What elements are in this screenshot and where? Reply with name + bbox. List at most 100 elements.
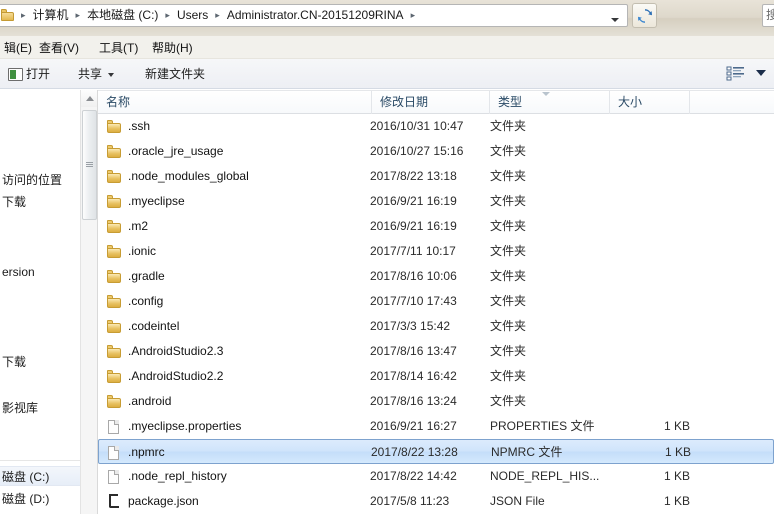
file-name-label: .AndroidStudio2.3 <box>128 344 224 358</box>
file-name-cell: .codeintel <box>106 314 368 339</box>
table-row[interactable]: .npmrc 2017/8/22 13:28 NPMRC 文件 1 KB <box>98 439 774 464</box>
search-input[interactable]: 搜索 <box>762 4 774 27</box>
sidebar-item-local-disk-d[interactable]: 磁盘 (D:) <box>0 489 80 509</box>
table-row[interactable]: .myeclipse.properties 2016/9/21 16:27 PROP… <box>98 414 774 439</box>
file-date-cell: 2017/8/22 14:42 <box>370 469 457 483</box>
table-row[interactable]: .node_repl_history 2017/8/22 14:42 NODE_RE… <box>98 464 774 489</box>
address-breadcrumb-box[interactable]: ▸ 计算机 ▸ 本地磁盘 (C:) ▸ Users ▸ Administrato… <box>0 4 628 27</box>
column-header-size[interactable]: 大小 <box>610 91 690 114</box>
sidebar-item-local-disk-c[interactable]: 磁盘 (C:) <box>0 466 80 486</box>
chevron-down-icon[interactable] <box>606 10 623 26</box>
table-row[interactable]: .myeclipse 2016/9/21 16:19 文件夹 <box>98 189 774 214</box>
folder-icon <box>106 319 122 335</box>
folder-icon <box>106 394 122 410</box>
breadcrumb-item-local-disk-c[interactable]: 本地磁盘 (C:) <box>84 5 161 26</box>
file-type-cell: 文件夹 <box>490 244 527 258</box>
file-name-label: .node_modules_global <box>128 169 249 183</box>
menu-item-help[interactable]: 帮助(H) <box>148 39 197 57</box>
file-name-label: .myeclipse <box>128 194 185 208</box>
file-size-cell <box>610 114 690 139</box>
navigation-pane: 访问的位置 下载 ersion 下载 影视库 磁盘 (C:) 磁盘 (D:) <box>0 90 80 514</box>
file-name-label: .config <box>128 294 164 308</box>
column-header-type[interactable]: 类型 <box>490 91 610 114</box>
breadcrumb-separator: ▸ <box>410 10 416 20</box>
sidebar-item-version[interactable]: ersion <box>0 262 80 282</box>
file-date-cell: 2017/8/16 13:47 <box>370 344 457 358</box>
file-name-cell: .node_modules_global <box>106 164 368 189</box>
share-button-label: 共享 <box>78 67 103 81</box>
table-row[interactable]: .android 2017/8/16 13:24 文件夹 <box>98 389 774 414</box>
table-row[interactable]: .oracle_jre_usage 2016/10/27 15:16 文件夹 <box>98 139 774 164</box>
share-button[interactable]: 共享 <box>78 65 115 84</box>
file-rows: .ssh 2016/10/31 10:47 文件夹 .oracle_jre_usage… <box>98 114 774 514</box>
table-row[interactable]: .node_modules_global 2017/8/22 13:18 文件夹 <box>98 164 774 189</box>
file-name-cell: package.json <box>106 489 368 514</box>
file-type-cell: 文件夹 <box>490 219 527 233</box>
breadcrumb-item-administrator[interactable]: Administrator.CN-20151209RINA <box>224 5 407 26</box>
open-button[interactable]: 打开 <box>8 65 50 84</box>
scrollbar-grip-icon <box>86 162 93 168</box>
file-size-cell: 1 KB <box>663 419 690 433</box>
file-name-label: .AndroidStudio2.2 <box>128 369 224 383</box>
column-header-filler[interactable] <box>690 91 774 114</box>
generic-file-icon <box>106 469 122 485</box>
file-size-cell <box>610 239 690 264</box>
refresh-icon[interactable] <box>632 3 657 28</box>
table-row[interactable]: .AndroidStudio2.3 2017/8/16 13:47 文件夹 <box>98 339 774 364</box>
file-type-cell: 文件夹 <box>490 119 527 133</box>
table-row[interactable]: .config 2017/7/10 17:43 文件夹 <box>98 289 774 314</box>
file-name-label: package.json <box>128 494 199 508</box>
file-size-cell <box>610 139 690 164</box>
table-row[interactable]: .gradle 2017/8/16 10:06 文件夹 <box>98 264 774 289</box>
file-size-cell <box>610 314 690 339</box>
file-date-cell: 2017/8/14 16:42 <box>370 369 457 383</box>
command-toolbar: 打开 共享 新建文件夹 <box>0 59 774 89</box>
file-name-cell: .AndroidStudio2.3 <box>106 339 368 364</box>
file-name-cell: .ssh <box>106 114 368 139</box>
menu-item-view[interactable]: 查看(V) <box>35 39 83 57</box>
file-name-cell: .myeclipse.properties <box>106 414 368 439</box>
sidebar-item-video-library[interactable]: 影视库 <box>0 398 80 418</box>
folder-icon <box>106 144 122 160</box>
file-name-label: .ssh <box>128 119 151 133</box>
file-size-cell <box>610 214 690 239</box>
file-type-cell: 文件夹 <box>490 394 527 408</box>
sidebar-item-downloads[interactable]: 下载 <box>0 192 80 212</box>
new-folder-button[interactable]: 新建文件夹 <box>145 65 205 84</box>
address-bar: ▸ 计算机 ▸ 本地磁盘 (C:) ▸ Users ▸ Administrato… <box>0 0 774 36</box>
file-type-cell: 文件夹 <box>490 269 527 283</box>
menu-item-edit[interactable]: 辑(E) <box>0 39 36 57</box>
table-row[interactable]: .ionic 2017/7/11 10:17 文件夹 <box>98 239 774 264</box>
file-date-cell: 2016/9/21 16:27 <box>370 419 457 433</box>
breadcrumb-item-users[interactable]: Users <box>174 5 211 26</box>
file-name-cell: .ionic <box>106 239 368 264</box>
file-name-label: .codeintel <box>128 319 180 333</box>
list-view-icon[interactable] <box>726 65 746 83</box>
table-row[interactable]: .ssh 2016/10/31 10:47 文件夹 <box>98 114 774 139</box>
sidebar-item-downloads-lib[interactable]: 下载 <box>0 352 80 372</box>
folder-icon <box>106 294 122 310</box>
menu-item-tools[interactable]: 工具(T) <box>95 39 142 57</box>
scroll-up-arrow-icon[interactable] <box>81 90 98 107</box>
folder-icon <box>106 369 122 385</box>
file-type-cell: 文件夹 <box>490 144 527 158</box>
file-name-label: .android <box>128 394 172 408</box>
table-row[interactable]: .codeintel 2017/3/3 15:42 文件夹 <box>98 314 774 339</box>
column-header-date[interactable]: 修改日期 <box>372 91 490 114</box>
file-date-cell: 2017/8/16 13:24 <box>370 394 457 408</box>
sidebar-item-recent-places[interactable]: 访问的位置 <box>0 170 80 190</box>
scrollbar-thumb[interactable] <box>82 110 97 220</box>
file-type-cell: 文件夹 <box>490 294 527 308</box>
file-date-cell: 2016/9/21 16:19 <box>370 219 457 233</box>
chevron-down-icon[interactable] <box>756 70 766 76</box>
navigation-scrollbar[interactable] <box>80 90 98 514</box>
breadcrumb-item-computer[interactable]: 计算机 <box>30 5 72 26</box>
table-row[interactable]: .AndroidStudio2.2 2017/8/14 16:42 文件夹 <box>98 364 774 389</box>
menu-bar: 辑(E) 查看(V) 工具(T) 帮助(H) <box>0 36 774 59</box>
table-row[interactable]: .m2 2016/9/21 16:19 文件夹 <box>98 214 774 239</box>
file-type-cell: 文件夹 <box>490 369 527 383</box>
column-header-name[interactable]: 名称 <box>98 91 372 114</box>
generic-file-icon <box>106 419 122 435</box>
file-name-cell: .android <box>106 389 368 414</box>
table-row[interactable]: package.json 2017/5/8 11:23 JSON File 1 KB <box>98 489 774 514</box>
